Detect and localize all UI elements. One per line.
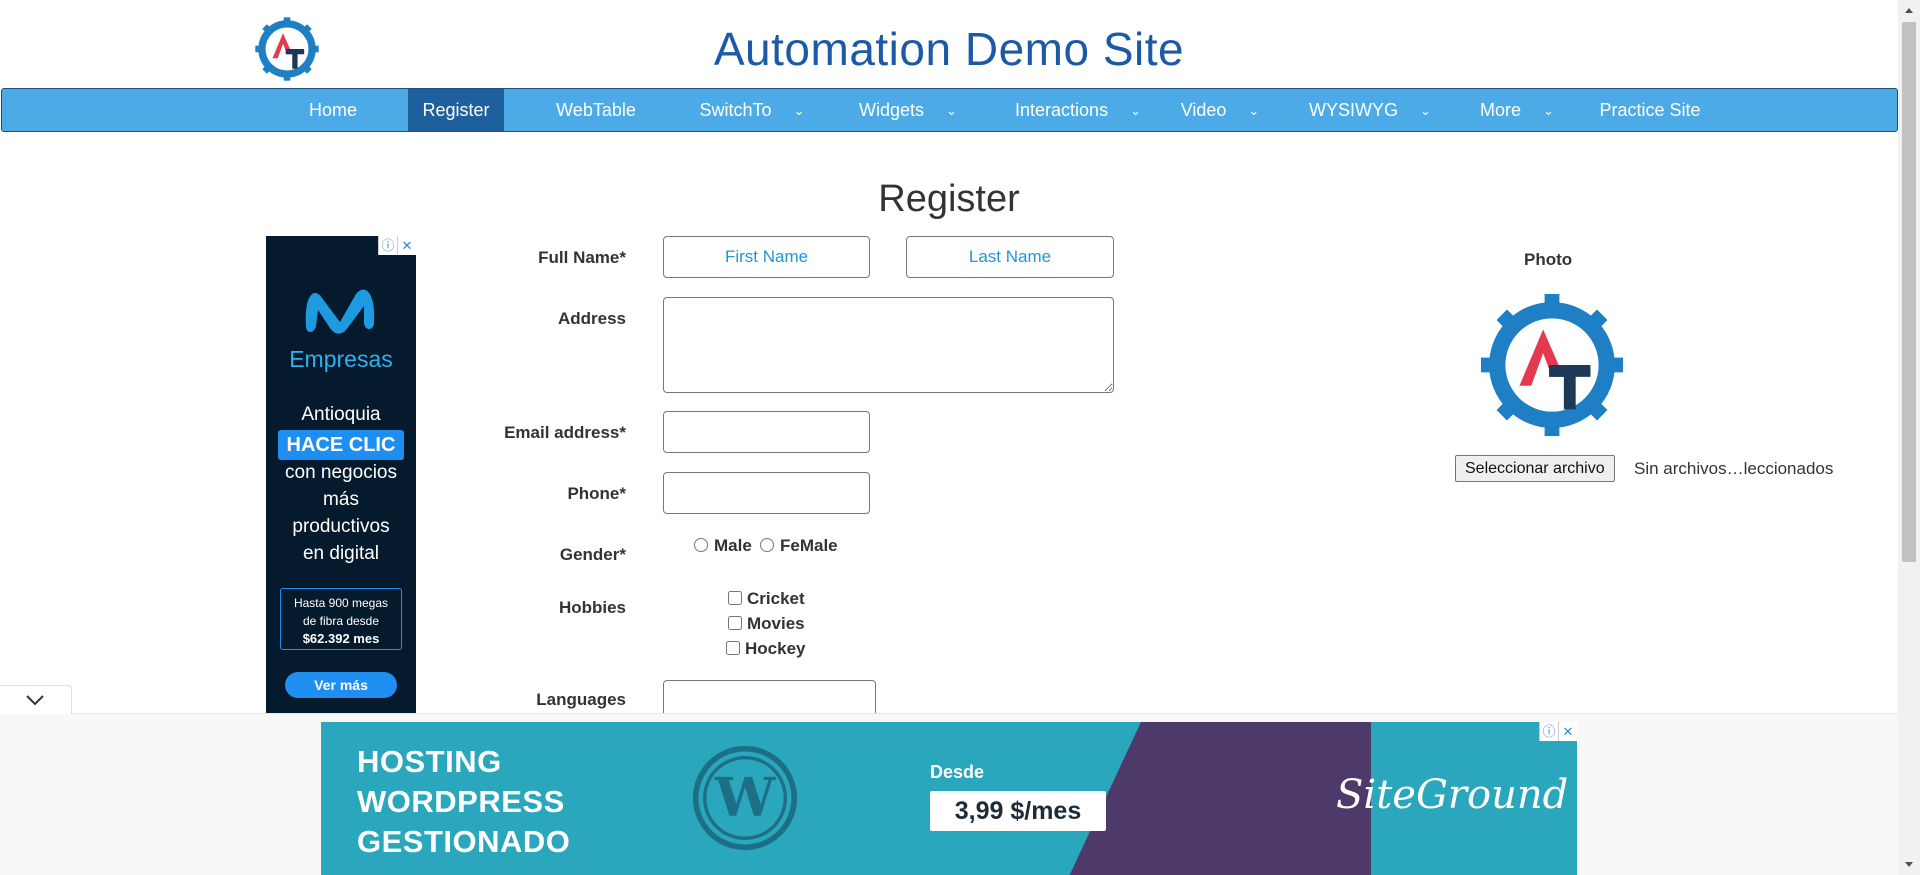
close-icon[interactable]: ✕	[1558, 722, 1577, 741]
wordpress-icon: W	[692, 745, 798, 851]
address-textarea[interactable]	[663, 297, 1114, 393]
nav-practice-site[interactable]: Practice Site	[1590, 89, 1710, 131]
chevron-down-icon: ⌄	[793, 103, 805, 118]
nav-widgets[interactable]: Widgets ⌄	[848, 89, 968, 131]
email-field[interactable]	[663, 411, 870, 453]
ad-controls: ⓘ ✕	[1539, 722, 1577, 741]
site-title: Automation Demo Site	[713, 23, 1185, 75]
profile-photo-logo	[1480, 293, 1624, 437]
vertical-scrollbar[interactable]	[1898, 0, 1920, 875]
chevron-down-icon: ⌄	[1130, 103, 1141, 118]
first-name-input[interactable]	[663, 236, 870, 278]
nav-switchto[interactable]: SwitchTo ⌄	[690, 89, 814, 131]
ad-headline: HOSTING	[357, 744, 502, 779]
last-name-input[interactable]	[906, 236, 1114, 278]
chevron-down-icon: ⌄	[1420, 103, 1431, 118]
scroll-up-icon[interactable]	[1903, 5, 1915, 17]
ad-brand-text: Empresas	[289, 346, 393, 372]
chevron-down-icon: ⌄	[1543, 103, 1554, 118]
nav-wysiwyg[interactable]: WYSIWYG ⌄	[1298, 89, 1442, 131]
gender-female-label: FeMale	[780, 536, 838, 555]
collapse-ad-toggle[interactable]	[0, 685, 72, 714]
languages-label: Languages	[536, 690, 626, 709]
hobby-cricket-checkbox[interactable]	[728, 591, 742, 605]
gender-female-radio[interactable]	[760, 538, 774, 552]
chevron-down-icon: ⌄	[1248, 103, 1260, 118]
hobby-cricket-label: Cricket	[747, 589, 805, 608]
svg-text:W: W	[714, 766, 776, 829]
scrollbar-thumb[interactable]	[1902, 22, 1916, 562]
hobby-movies-label: Movies	[747, 614, 805, 633]
phone-label: Phone*	[567, 484, 626, 503]
ad-text: productivos	[292, 516, 390, 537]
ad-offer-price: $62.392 mes	[302, 631, 380, 646]
ad-text: con negocios	[285, 462, 397, 483]
scroll-down-icon[interactable]	[1903, 858, 1915, 870]
chevron-down-icon: ⌄	[946, 103, 957, 118]
address-label: Address	[557, 309, 626, 328]
nav-more[interactable]: More ⌄	[1464, 89, 1570, 131]
gender-male-label: Male	[714, 536, 752, 555]
ad-headline: GESTIONADO	[357, 824, 571, 859]
main-navbar: Home Register WebTable SwitchTo ⌄ Widgets…	[1, 88, 1898, 132]
ad-banner-bottom[interactable]: HOSTING WORDPRESS GESTIONADO W Desde 3,9…	[321, 722, 1577, 875]
hobby-hockey-checkbox[interactable]	[726, 641, 740, 655]
phone-field[interactable]	[663, 472, 870, 514]
hobby-hockey-label: Hockey	[745, 639, 806, 658]
page-title: Register	[878, 178, 1020, 220]
hobby-movies-checkbox[interactable]	[728, 616, 742, 630]
gender-label: Gender*	[559, 545, 626, 564]
ad-price: 3,99 $/mes	[930, 791, 1106, 831]
ad-headline: WORDPRESS	[357, 784, 565, 819]
email-label: Email address*	[504, 423, 626, 442]
ad-price-prefix: Desde	[930, 762, 985, 782]
chevron-down-icon	[26, 695, 44, 706]
nav-video[interactable]: Video ⌄	[1170, 89, 1270, 131]
gender-male-radio[interactable]	[694, 538, 708, 552]
nav-register[interactable]: Register	[408, 89, 504, 131]
hobbies-label: Hobbies	[558, 598, 626, 617]
photo-label: Photo	[1524, 250, 1573, 269]
nav-home[interactable]: Home	[297, 89, 369, 131]
siteground-logo: SiteGround	[1336, 772, 1569, 818]
file-status-text: Sin archivos…leccionados	[1634, 459, 1834, 478]
full-name-label: Full Name*	[538, 248, 626, 267]
ad-info-icon[interactable]: ⓘ	[1539, 722, 1558, 741]
nav-webtable[interactable]: WebTable	[540, 89, 652, 131]
nav-interactions[interactable]: Interactions ⌄	[998, 89, 1158, 131]
choose-file-button[interactable]: Seleccionar archivo	[1455, 455, 1615, 482]
ad-banner-left[interactable]: ⓘ ✕ Empresas Antioquia HACE CLIC con neg…	[266, 236, 416, 716]
